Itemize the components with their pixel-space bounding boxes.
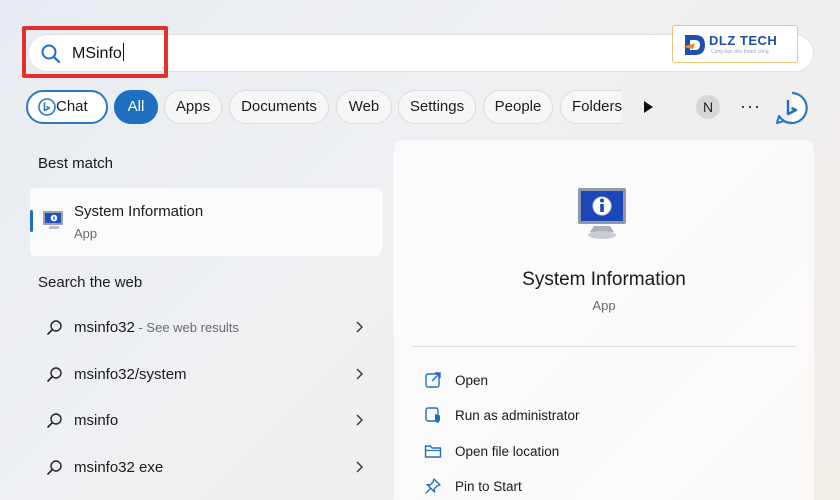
best-match-heading: Best match: [38, 155, 114, 172]
filter-web[interactable]: Web: [336, 90, 392, 124]
filter-people[interactable]: People: [483, 90, 553, 124]
best-match-type: App: [74, 226, 98, 241]
web-result-label: msinfo32: [74, 319, 135, 336]
more-options-icon[interactable]: ···: [740, 96, 761, 117]
best-match-result[interactable]: [30, 188, 382, 256]
filter-chat-label: Chat: [56, 98, 88, 115]
filter-settings[interactable]: Settings: [398, 90, 476, 124]
search-icon: [47, 460, 62, 475]
chevron-right-icon: [356, 321, 363, 333]
detail-app-type: App: [592, 298, 616, 313]
action-run-as-administrator-label: Run as administrator: [455, 408, 580, 423]
action-open-file-location-label: Open file location: [455, 444, 560, 459]
selection-indicator: [30, 210, 33, 232]
web-result-label: msinfo32/system: [74, 366, 187, 383]
web-result-row[interactable]: msinfo32 exe: [30, 448, 382, 488]
shield-icon: [425, 407, 440, 423]
web-result-hint: - See web results: [134, 320, 239, 335]
search-icon: [47, 367, 62, 382]
detail-app-name: System Information: [522, 269, 686, 290]
system-information-large-icon: [578, 188, 626, 239]
action-pin-to-start[interactable]: Pin to Start: [412, 469, 796, 500]
pin-icon: [425, 478, 441, 494]
action-open[interactable]: Open: [412, 363, 796, 397]
chevron-right-icon: [356, 461, 363, 473]
action-open-file-location[interactable]: Open file location: [412, 434, 796, 468]
filter-documents[interactable]: Documents: [229, 90, 329, 124]
action-open-label: Open: [455, 373, 489, 388]
filter-chat[interactable]: Chat: [26, 90, 108, 124]
action-run-as-administrator[interactable]: Run as administrator: [412, 398, 796, 432]
chevron-right-icon: [356, 368, 363, 380]
search-icon: [47, 320, 62, 335]
account-avatar[interactable]: N: [696, 95, 720, 119]
logo-tagline: Cùng bạn đến thành công: [711, 49, 769, 55]
best-match-name: System Information: [74, 203, 204, 220]
logo-mark-icon: [683, 35, 705, 55]
web-result-row[interactable]: msinfo32 - See web results: [30, 308, 382, 348]
open-icon: [425, 372, 441, 388]
system-information-icon: [43, 211, 63, 229]
web-result-row[interactable]: msinfo: [30, 401, 382, 441]
search-highlight-box: [22, 26, 168, 78]
detail-divider: [412, 346, 796, 347]
action-pin-to-start-label: Pin to Start: [455, 479, 522, 494]
scroll-filters-right-icon[interactable]: [642, 100, 654, 114]
folder-icon: [424, 445, 442, 458]
bing-chat-icon: [38, 98, 56, 116]
chevron-right-icon: [356, 414, 363, 426]
logo-text: DLZ TECH: [709, 33, 778, 48]
filter-all[interactable]: All: [114, 90, 158, 124]
filter-apps[interactable]: Apps: [164, 90, 222, 124]
web-result-label: msinfo: [74, 412, 119, 429]
dlz-tech-logo: DLZ TECH Cùng bạn đến thành công: [672, 25, 798, 63]
filter-folders[interactable]: Folders: [560, 90, 622, 124]
search-web-heading: Search the web: [38, 274, 143, 291]
web-result-row[interactable]: msinfo32/system: [30, 355, 382, 395]
bing-icon[interactable]: [774, 90, 810, 126]
web-result-label: msinfo32 exe: [74, 459, 164, 476]
search-icon: [47, 413, 62, 428]
